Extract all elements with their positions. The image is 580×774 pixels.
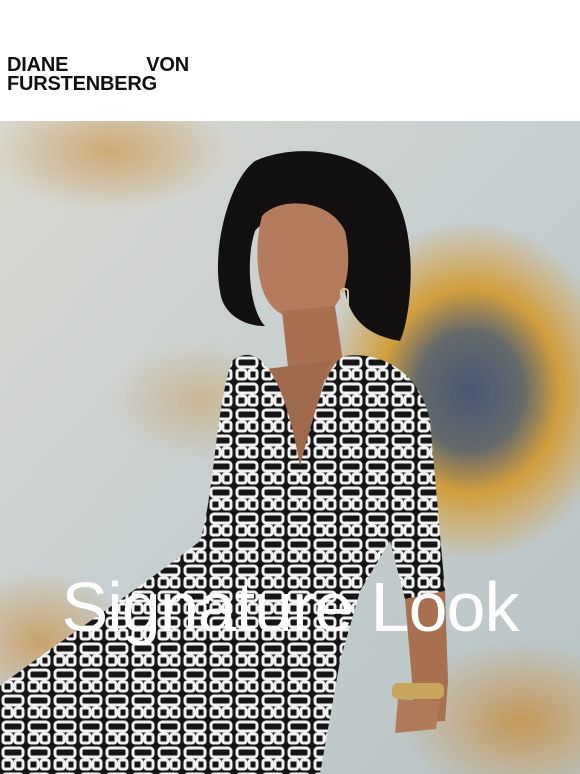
email-header: DIANE VON FURSTENBERG [0, 0, 580, 121]
brand-word-furstenberg: FURSTENBERG [7, 73, 158, 95]
hero-banner[interactable]: Signature Look [0, 121, 580, 774]
hero-image [0, 121, 580, 774]
brand-logo[interactable]: DIANE VON FURSTENBERG [7, 55, 189, 95]
hero-headline: Signature Look [61, 568, 520, 646]
